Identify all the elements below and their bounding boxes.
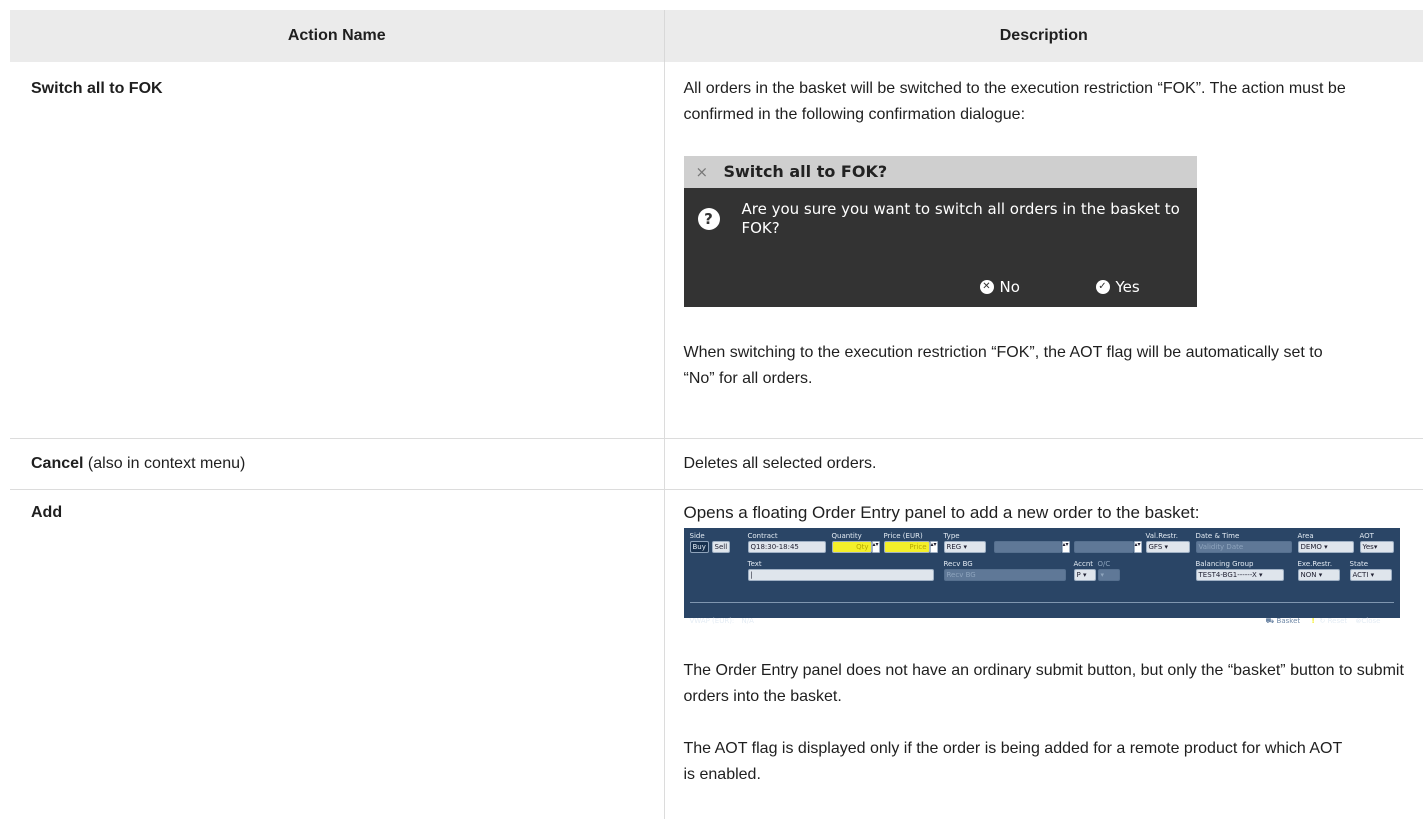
question-icon: ? [697, 208, 720, 230]
oc-label: O/C [1097, 559, 1111, 568]
validity-date-input[interactable]: Validity Date [1195, 540, 1292, 553]
val-restr-select[interactable]: GFS ▾ [1145, 540, 1190, 553]
header-description: Description [664, 10, 1423, 62]
dialog-title-bar: × Switch all to FOK? [683, 156, 1197, 188]
yes-button[interactable]: ✓ Yes [1095, 274, 1140, 300]
quantity-input[interactable]: Qty [831, 540, 872, 553]
table-row: Cancel (also in context menu) Deletes al… [10, 438, 1423, 490]
exe-restr-value: NON [1300, 570, 1317, 579]
check-circle-icon: ✓ [1095, 280, 1110, 294]
area-select[interactable]: DEMO ▾ [1297, 540, 1354, 553]
buy-button[interactable]: Buy [689, 540, 709, 553]
accnt-value: P [1076, 570, 1081, 579]
action-name: Cancel [31, 454, 84, 472]
header-action-name: Action Name [10, 10, 665, 62]
no-button[interactable]: ✕ No [979, 274, 1020, 300]
action-name-cell: Switch all to FOK [10, 62, 665, 439]
state-label: State [1349, 559, 1369, 568]
vwap-label: VWAP (EUR): [689, 616, 735, 625]
actions-table: Action Name Description Switch all to FO… [10, 10, 1423, 819]
description-text: All orders in the basket will be switche… [683, 80, 1346, 123]
side-label: Side [689, 531, 705, 540]
area-label: Area [1297, 531, 1314, 540]
description-text: Opens a floating Order Entry panel to ad… [683, 502, 1200, 522]
action-name-cell: Cancel (also in context menu) [10, 438, 665, 490]
contract-field[interactable]: Q18:30-18:45 [747, 540, 826, 553]
basket-label: Basket [1276, 616, 1301, 625]
panel-divider [689, 601, 1394, 603]
date-time-label: Date & Time [1195, 531, 1240, 540]
area-value: DEMO [1300, 542, 1322, 551]
peak-stepper[interactable]: ▴▾ [1061, 540, 1070, 553]
basket-button[interactable]: ⛟ Basket [1266, 608, 1301, 634]
cart-icon: ⛟ [1265, 616, 1275, 625]
document-table-wrapper: Action Name Description Switch all to FO… [10, 10, 1423, 819]
price-delta-stepper[interactable]: ▴▾ [1133, 540, 1142, 553]
aot-label: AOT [1359, 531, 1374, 540]
vwap-value: N/A [741, 616, 754, 625]
reset-icon: ↻ [1319, 616, 1326, 625]
quantity-label: Quantity [831, 531, 862, 540]
exe-restr-select[interactable]: NON ▾ [1297, 568, 1340, 581]
price-label: Price (EUR) [883, 531, 923, 540]
text-label: Text [747, 559, 762, 568]
aot-value: Yes [1362, 542, 1374, 551]
yes-label: Yes [1115, 278, 1140, 296]
close-icon[interactable]: × [696, 159, 712, 185]
state-select[interactable]: ACTI ▾ [1349, 568, 1392, 581]
type-label: Type [943, 531, 960, 540]
description-text: When switching to the execution restrict… [683, 344, 1323, 387]
no-label: No [999, 278, 1020, 296]
recv-bg-label: Recv BG [943, 559, 973, 568]
recv-bg-input[interactable]: Recv BG [943, 568, 1066, 581]
accnt-label: Accnt [1073, 559, 1094, 568]
price-input[interactable]: Price [883, 540, 930, 553]
contract-label: Contract [747, 531, 778, 540]
reset-label: Reset [1327, 616, 1348, 625]
table-row: Add Opens a floating Order Entry panel t… [10, 489, 1423, 819]
state-value: ACTI [1352, 570, 1369, 579]
table-row: Switch all to FOK All orders in the bask… [10, 62, 1423, 439]
balancing-group-value: TEST4-BG1------X [1198, 570, 1257, 579]
description-text: The AOT flag is displayed only if the or… [683, 739, 1342, 783]
balancing-group-label: Balancing Group [1195, 559, 1254, 568]
table-header-row: Action Name Description [10, 10, 1423, 62]
cancel-circle-icon: ✕ [979, 280, 994, 294]
price-delta-input[interactable] [1073, 540, 1134, 553]
price-stepper[interactable]: ▴▾ [929, 540, 938, 553]
description-cell: All orders in the basket will be switche… [664, 62, 1423, 439]
oc-select[interactable]: ▾ [1097, 568, 1120, 581]
fok-confirmation-dialog: × Switch all to FOK? ? Are you sure you … [683, 156, 1197, 307]
order-entry-panel: Side Contract Quantity Price (EUR) Type … [683, 527, 1400, 625]
sell-button[interactable]: Sell [711, 540, 731, 553]
action-name-note: (also in context menu) [83, 454, 246, 472]
description-cell: Deletes all selected orders. [664, 438, 1423, 490]
action-name: Switch all to FOK [31, 80, 163, 97]
description-text: Deletes all selected orders. [683, 454, 877, 472]
val-restr-label: Val.Restr. [1145, 531, 1178, 540]
type-value: REG [946, 542, 962, 551]
reset-button[interactable]: ↻ Reset [1320, 608, 1348, 634]
action-name-cell: Add [10, 489, 665, 819]
text-input[interactable]: | [747, 568, 934, 581]
type-select[interactable]: REG ▾ [943, 540, 986, 553]
accnt-select[interactable]: P ▾ [1073, 568, 1096, 581]
description-cell: Opens a floating Order Entry panel to ad… [664, 489, 1423, 819]
dialog-title: Switch all to FOK? [723, 162, 888, 181]
quantity-stepper[interactable]: ▴▾ [871, 540, 880, 553]
peak-input[interactable] [993, 540, 1062, 553]
balancing-group-select[interactable]: TEST4-BG1------X ▾ [1195, 568, 1284, 581]
close-button[interactable]: ⊗Close [1356, 608, 1381, 634]
dialog-message: Are you sure you want to switch all orde… [741, 200, 1180, 237]
action-name: Add [31, 503, 63, 521]
val-restr-value: GFS [1148, 542, 1163, 551]
warning-icon: ! [1311, 616, 1315, 625]
close-label: Close [1361, 616, 1381, 625]
exe-restr-label: Exe.Restr. [1297, 559, 1333, 568]
description-text: The Order Entry panel does not have an o… [683, 661, 1404, 705]
aot-select[interactable]: Yes▾ [1359, 540, 1394, 553]
